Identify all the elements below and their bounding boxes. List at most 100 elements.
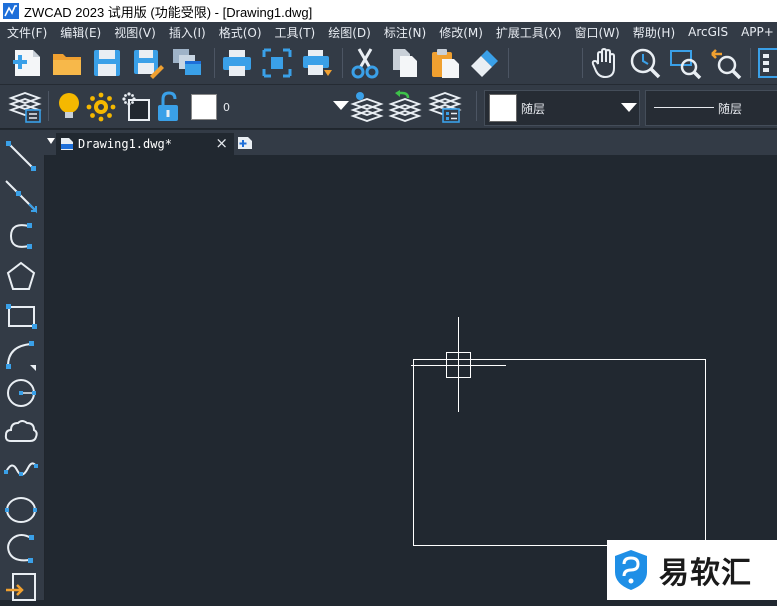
layer-lock-button[interactable] xyxy=(154,90,188,124)
polyline-arc-button[interactable] xyxy=(3,338,39,374)
print-preview-button[interactable] xyxy=(260,46,294,80)
menu-tools[interactable]: 工具(T) xyxy=(268,24,322,41)
zwcad-app-icon xyxy=(3,3,19,19)
layer-manager-button[interactable] xyxy=(8,90,42,124)
new-file-icon xyxy=(13,50,40,76)
layer-dropdown-arrow[interactable] xyxy=(333,101,349,110)
pan-button[interactable] xyxy=(588,46,622,80)
rectangle-entity[interactable] xyxy=(413,359,706,546)
window-title: ZWCAD 2023 试用版 (功能受限) - [Drawing1.dwg] xyxy=(24,4,313,20)
menu-view[interactable]: 视图(V) xyxy=(107,24,162,41)
toolbar-separator xyxy=(508,48,509,78)
properties-button[interactable] xyxy=(756,46,777,80)
menu-file[interactable]: 文件(F) xyxy=(0,24,53,41)
layer-viewport-freeze-button[interactable] xyxy=(120,90,152,124)
plot-icon xyxy=(303,50,332,76)
copy-icon xyxy=(393,49,417,77)
layer-state-button[interactable] xyxy=(428,90,462,124)
insert-block-button[interactable] xyxy=(3,570,39,606)
menu-modify[interactable]: 修改(M) xyxy=(432,24,489,41)
color-select[interactable]: 随层 xyxy=(484,90,640,126)
standard-toolbar xyxy=(0,42,777,125)
layer-on-off-button[interactable] xyxy=(52,90,80,124)
zoom-window-button[interactable] xyxy=(668,46,702,80)
layer-previous-button[interactable] xyxy=(388,90,422,124)
rectangle-icon xyxy=(6,304,37,329)
sun-icon xyxy=(86,92,116,122)
menu-insert[interactable]: 插入(I) xyxy=(162,24,212,41)
insert-block-icon xyxy=(6,573,36,601)
polygon-button[interactable] xyxy=(3,258,39,294)
crosshair-cursor xyxy=(411,317,506,412)
zoom-realtime-button[interactable] xyxy=(628,46,662,80)
unlock-icon xyxy=(158,91,178,121)
save-as-icon xyxy=(134,50,164,79)
layer-previous-icon xyxy=(388,90,422,122)
print-button[interactable] xyxy=(220,46,254,80)
arc-icon xyxy=(9,223,32,249)
watermark-text: 易软汇 xyxy=(659,556,752,591)
polyline-arc-icon xyxy=(6,341,36,371)
line-button[interactable] xyxy=(3,138,39,174)
color-dropdown-arrow[interactable] xyxy=(621,103,637,112)
save-button[interactable] xyxy=(90,46,124,80)
circle-icon xyxy=(7,379,36,407)
tab-list-arrow[interactable] xyxy=(47,138,55,144)
toolbar-separator xyxy=(214,48,215,78)
revision-cloud-button[interactable] xyxy=(3,413,39,449)
menu-draw[interactable]: 绘图(D) xyxy=(321,24,377,41)
menu-extension-tools[interactable]: 扩展工具(X) xyxy=(489,24,568,41)
spline-icon xyxy=(4,462,38,476)
menu-app-plus[interactable]: APP+ xyxy=(734,25,777,39)
color-swatch xyxy=(489,94,517,122)
cloud-icon xyxy=(4,420,38,442)
toolbar-separator xyxy=(476,91,477,121)
arc-button[interactable] xyxy=(3,218,39,254)
construction-line-button[interactable] xyxy=(3,178,39,214)
menu-arcgis[interactable]: ArcGIS xyxy=(681,25,734,39)
circle-button[interactable] xyxy=(3,375,39,411)
make-current-layer-button[interactable] xyxy=(350,90,384,124)
printer-icon xyxy=(223,50,251,76)
zoom-previous-icon xyxy=(711,49,742,80)
open-file-button[interactable] xyxy=(50,46,84,80)
toolbar-separator xyxy=(342,48,343,78)
folder-icon xyxy=(53,54,81,75)
spline-button[interactable] xyxy=(3,450,39,486)
paste-button[interactable] xyxy=(428,46,462,80)
line-icon xyxy=(6,141,36,171)
cut-button[interactable] xyxy=(348,46,382,80)
print-preview-icon xyxy=(262,48,292,78)
rectangle-button[interactable] xyxy=(3,298,39,334)
toolbar-separator xyxy=(750,48,751,78)
layer-color-swatch[interactable] xyxy=(191,94,217,120)
tab-label: Drawing1.dwg* xyxy=(78,137,172,151)
ellipse-arc-button[interactable] xyxy=(3,530,39,566)
menu-edit[interactable]: 编辑(E) xyxy=(53,24,107,41)
watermark-logo: 易软汇 xyxy=(607,540,777,600)
save-all-button[interactable] xyxy=(170,46,204,80)
title-bar: ZWCAD 2023 试用版 (功能受限) - [Drawing1.dwg] xyxy=(0,0,777,22)
xline-icon xyxy=(5,180,37,214)
clipboard-icon xyxy=(432,49,459,78)
linetype-select[interactable]: 随层 xyxy=(645,90,777,126)
copy-button[interactable] xyxy=(388,46,422,80)
new-file-button[interactable] xyxy=(10,46,44,80)
paintbrush-icon xyxy=(471,50,498,77)
publish-button[interactable] xyxy=(300,46,334,80)
match-properties-button[interactable] xyxy=(468,46,502,80)
drawing-canvas[interactable] xyxy=(45,155,777,600)
layer-freeze-button[interactable] xyxy=(84,90,118,124)
menu-format[interactable]: 格式(O) xyxy=(212,24,268,41)
close-tab-icon[interactable]: × xyxy=(215,134,228,152)
menu-help[interactable]: 帮助(H) xyxy=(626,24,681,41)
menu-window[interactable]: 窗口(W) xyxy=(568,24,626,41)
ellipse-button[interactable] xyxy=(3,492,39,528)
save-as-button[interactable] xyxy=(130,46,164,80)
dwg-file-icon xyxy=(61,138,73,150)
menu-dimension[interactable]: 标注(N) xyxy=(377,24,432,41)
new-tab-icon[interactable] xyxy=(237,136,253,150)
color-select-label: 随层 xyxy=(521,102,546,116)
zoom-previous-button[interactable] xyxy=(708,46,742,80)
tab-drawing1[interactable]: Drawing1.dwg* × xyxy=(56,133,234,155)
